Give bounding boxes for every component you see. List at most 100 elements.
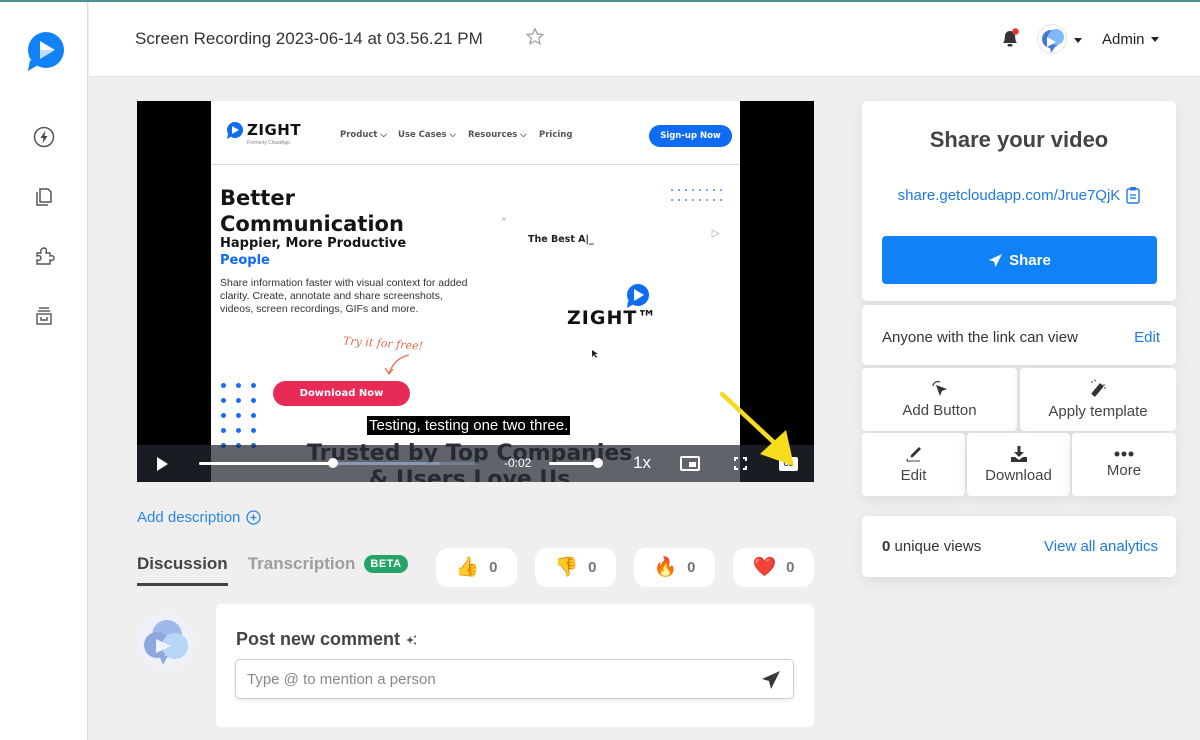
download-label: Download [985, 467, 1052, 484]
workspace-caret-icon[interactable] [1074, 38, 1082, 43]
paper-plane-icon [989, 253, 1003, 267]
site-nav-resources: Resources ⌵ [468, 130, 527, 140]
commenter-avatar [137, 613, 195, 671]
send-icon[interactable] [761, 670, 781, 690]
comment-input[interactable] [235, 659, 794, 699]
video-controls: -0:02 1x CC [137, 445, 814, 482]
heart-icon: ❤️ [752, 557, 777, 578]
cursor-click-icon [931, 380, 947, 396]
share-button[interactable]: Share [882, 236, 1157, 284]
workspace-avatar[interactable] [1037, 24, 1067, 54]
user-menu-caret-icon[interactable] [1151, 37, 1159, 42]
permission-card: Anyone with the link can view Edit [862, 305, 1176, 365]
volume-slider[interactable] [549, 458, 604, 468]
unique-views-label: unique views [894, 538, 982, 555]
picture-in-picture-icon[interactable] [680, 456, 700, 471]
permission-text: Anyone with the link can view [882, 329, 1078, 346]
site-headline-line-1: Better [220, 186, 295, 210]
mouse-cursor-icon [592, 350, 598, 358]
site-nav-product: Product ⌵ [340, 130, 387, 140]
add-button-label: Add Button [902, 402, 977, 419]
handdrawn-arrow-icon [384, 354, 410, 376]
sidebar [0, 2, 88, 740]
archive-icon[interactable] [32, 304, 56, 328]
view-analytics-link[interactable]: View all analytics [1044, 538, 1158, 555]
tab-discussion[interactable]: Discussion [137, 554, 228, 586]
unique-views-count: 0 [882, 538, 891, 555]
comment-title-text: Post new comment [236, 629, 401, 649]
files-icon[interactable] [32, 185, 56, 209]
apply-template-action[interactable]: Apply template [1020, 368, 1176, 431]
reaction-count: 0 [687, 559, 696, 576]
magic-wand-icon [1091, 379, 1106, 397]
lightning-icon[interactable] [32, 125, 56, 149]
add-description-link[interactable]: Add description [137, 509, 262, 526]
fullscreen-icon[interactable] [734, 457, 747, 470]
site-nav-pricing: Pricing [539, 130, 573, 140]
reaction-count: 0 [786, 559, 795, 576]
site-signup-button: Sign-up Now [649, 125, 732, 147]
progress-thumb[interactable] [328, 458, 339, 468]
playback-speed-button[interactable]: 1x [633, 453, 651, 473]
page-title: Screen Recording 2023-06-14 at 03.56.21 … [135, 29, 483, 48]
tab-transcription[interactable]: Transcription [248, 554, 356, 586]
sparkle-icon [406, 635, 417, 644]
reaction-thumbs-up[interactable]: 👍 0 [436, 548, 517, 587]
more-action[interactable]: More [1072, 433, 1176, 496]
play-icon[interactable] [157, 457, 168, 471]
zight-logo: ZIGHT [225, 121, 301, 139]
decorative-dots-small [671, 189, 722, 201]
more-dots-icon [1114, 451, 1134, 457]
top-header: Screen Recording 2023-06-14 at 03.56.21 … [89, 2, 1200, 77]
beta-badge: BETA [364, 555, 408, 573]
clipboard-icon[interactable] [1126, 186, 1141, 204]
site-subhead-accent: People [220, 253, 270, 268]
site-typing-text: The Best A|_ [528, 234, 594, 245]
center-zight-logo-text: ZIGHT™ [567, 307, 658, 329]
reaction-count: 0 [588, 559, 597, 576]
app-logo[interactable] [24, 30, 66, 72]
reaction-count: 0 [489, 559, 498, 576]
video-player[interactable]: ZIGHT Formerly CloudApp Product ⌵ Use Ca… [137, 101, 814, 482]
reaction-heart[interactable]: ❤️ 0 [733, 548, 814, 587]
share-card: Share your video share.getcloudapp.com/J… [862, 101, 1176, 301]
comment-card: Post new comment [216, 604, 814, 727]
site-nav-use-cases: Use Cases ⌵ [398, 130, 456, 140]
site-paragraph: Share information faster with visual con… [220, 277, 468, 315]
site-try-annotation: Try it for free! [342, 334, 424, 353]
reaction-thumbs-down[interactable]: 👎 0 [535, 548, 616, 587]
content-tabs: Discussion Transcription BETA [137, 554, 408, 586]
progress-bar[interactable] [199, 458, 479, 468]
video-caption: Testing, testing one two three. [367, 416, 571, 435]
add-description-label: Add description [137, 509, 241, 526]
puzzle-icon[interactable] [32, 244, 56, 268]
edit-action[interactable]: Edit [862, 433, 965, 496]
edit-label: Edit [900, 467, 927, 484]
apply-template-label: Apply template [1048, 403, 1148, 420]
share-title: Share your video [929, 127, 1109, 152]
closed-captions-button[interactable]: CC [779, 457, 798, 471]
progress-fill [199, 462, 334, 465]
reaction-fire[interactable]: 🔥 0 [634, 548, 715, 587]
star-icon[interactable] [525, 27, 545, 47]
download-action[interactable]: Download [967, 433, 1070, 496]
thumbs-up-icon: 👍 [455, 557, 480, 578]
unique-views: 0 unique views [882, 538, 981, 555]
share-button-label: Share [1009, 251, 1051, 269]
site-download-button: Download Now [273, 381, 410, 406]
decorative-dots [221, 383, 256, 448]
recorded-site-nav: ZIGHT Formerly CloudApp Product ⌵ Use Ca… [211, 101, 740, 165]
fire-icon: 🔥 [653, 557, 678, 578]
notification-bell-icon[interactable] [999, 27, 1021, 49]
user-menu[interactable]: Admin [1102, 31, 1145, 48]
share-link[interactable]: share.getcloudapp.com/Jrue7QjK [862, 186, 1176, 204]
comment-title: Post new comment [236, 629, 417, 650]
zight-logo-text: ZIGHT [247, 121, 302, 139]
site-headline: Better Communication [220, 185, 404, 237]
site-headline-line-2: Communication [220, 212, 404, 236]
add-button-action[interactable]: Add Button [862, 368, 1017, 431]
triangle-mark-icon [711, 229, 720, 238]
permission-edit-link[interactable]: Edit [1134, 329, 1160, 346]
download-icon [1010, 446, 1027, 462]
volume-thumb[interactable] [593, 458, 604, 468]
